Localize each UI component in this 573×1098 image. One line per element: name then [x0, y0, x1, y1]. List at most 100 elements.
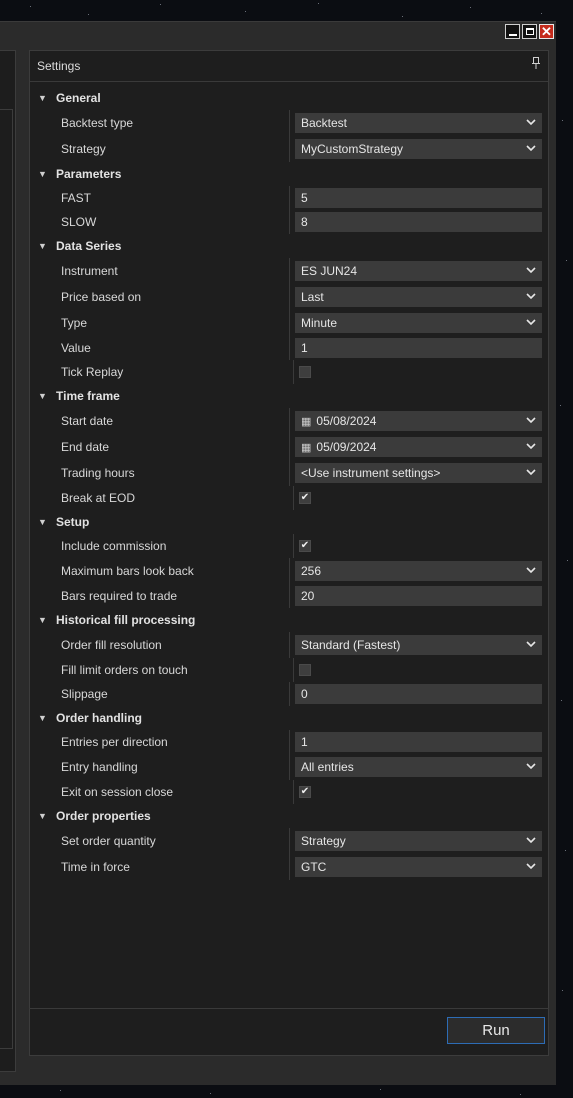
field-value: 1: [301, 341, 308, 355]
chevron-down-icon[interactable]: [526, 564, 536, 579]
category-title: Time frame: [56, 389, 120, 403]
dropdown[interactable]: <Use instrument settings>: [295, 463, 542, 483]
collapse-caret-icon[interactable]: ▼: [38, 811, 47, 821]
field-value: <Use instrument settings>: [301, 466, 441, 480]
collapse-caret-icon[interactable]: ▼: [38, 169, 47, 179]
dropdown[interactable]: ES JUN24: [295, 261, 542, 281]
settings-header: Settings: [30, 51, 548, 82]
collapse-caret-icon[interactable]: ▼: [38, 241, 47, 251]
property-value: [294, 366, 548, 378]
checkbox[interactable]: ✔: [299, 492, 311, 504]
property-row: Exit on session close ✔: [30, 780, 548, 804]
property-label: Instrument: [61, 264, 118, 278]
dropdown[interactable]: Strategy: [295, 831, 542, 851]
text-field[interactable]: 8: [295, 212, 542, 232]
category-5[interactable]: ▼ Historical fill processing: [30, 608, 548, 632]
category-4[interactable]: ▼ Setup: [30, 510, 548, 534]
chevron-down-icon[interactable]: [526, 264, 536, 279]
pin-icon[interactable]: [532, 57, 540, 72]
chevron-down-icon[interactable]: [526, 440, 536, 455]
property-row: Order fill resolution Standard (Fastest): [30, 632, 548, 658]
dropdown[interactable]: Standard (Fastest): [295, 635, 542, 655]
chevron-down-icon[interactable]: [526, 760, 536, 775]
property-label: Set order quantity: [61, 834, 156, 848]
property-value: ▦ 05/09/2024: [290, 437, 548, 457]
calendar-icon[interactable]: ▦: [301, 441, 311, 454]
text-field[interactable]: 1: [295, 732, 542, 752]
chevron-down-icon[interactable]: [526, 638, 536, 653]
property-label: Price based on: [61, 290, 142, 304]
run-button[interactable]: Run: [447, 1017, 545, 1044]
property-value: All entries: [290, 757, 548, 777]
chevron-down-icon[interactable]: [526, 834, 536, 849]
dropdown[interactable]: All entries: [295, 757, 542, 777]
minimize-button[interactable]: [505, 24, 520, 39]
field-value: 8: [301, 215, 308, 229]
property-row: Slippage 0: [30, 682, 548, 706]
date-picker[interactable]: ▦ 05/09/2024: [295, 437, 542, 457]
maximize-icon: [525, 28, 534, 35]
property-row: Start date ▦ 05/08/2024: [30, 408, 548, 434]
date-picker[interactable]: ▦ 05/08/2024: [295, 411, 542, 431]
category-2[interactable]: ▼ Data Series: [30, 234, 548, 258]
field-value: Backtest: [301, 116, 348, 130]
property-label: SLOW: [61, 215, 97, 229]
settings-footer: Run: [29, 1008, 549, 1056]
text-field[interactable]: 1: [295, 338, 542, 358]
chevron-down-icon[interactable]: [526, 316, 536, 331]
category-7[interactable]: ▼ Order properties: [30, 804, 548, 828]
property-label: Slippage: [61, 687, 108, 701]
collapse-caret-icon[interactable]: ▼: [38, 713, 47, 723]
category-1[interactable]: ▼ Parameters: [30, 162, 548, 186]
dropdown[interactable]: MyCustomStrategy: [295, 139, 542, 159]
text-field[interactable]: 20: [295, 586, 542, 606]
property-label: Start date: [61, 414, 114, 428]
property-row: End date ▦ 05/09/2024: [30, 434, 548, 460]
property-value: ✔: [294, 492, 548, 504]
property-row: Break at EOD ✔: [30, 486, 548, 510]
dropdown[interactable]: Backtest: [295, 113, 542, 133]
collapse-caret-icon[interactable]: ▼: [38, 517, 47, 527]
category-0[interactable]: ▼ General: [30, 86, 548, 110]
calendar-icon[interactable]: ▦: [301, 415, 311, 428]
field-value: 5: [301, 191, 308, 205]
property-row: Entries per direction 1: [30, 730, 548, 754]
dropdown[interactable]: Last: [295, 287, 542, 307]
property-row: Maximum bars look back 256: [30, 558, 548, 584]
chevron-down-icon[interactable]: [526, 860, 536, 875]
checkbox[interactable]: [299, 366, 311, 378]
category-6[interactable]: ▼ Order handling: [30, 706, 548, 730]
property-label: Fill limit orders on touch: [61, 663, 188, 677]
property-row: Time in force GTC: [30, 854, 548, 880]
close-button[interactable]: ✕: [539, 24, 554, 39]
chevron-down-icon[interactable]: [526, 466, 536, 481]
category-title: Setup: [56, 515, 90, 529]
text-field[interactable]: 0: [295, 684, 542, 704]
property-label: Value: [61, 341, 91, 355]
property-row: Price based on Last: [30, 284, 548, 310]
checkbox[interactable]: ✔: [299, 786, 311, 798]
text-field[interactable]: 5: [295, 188, 542, 208]
property-value: ▦ 05/08/2024: [290, 411, 548, 431]
property-value: 20: [290, 586, 548, 606]
property-row: Type Minute: [30, 310, 548, 336]
dropdown[interactable]: Minute: [295, 313, 542, 333]
property-label: Backtest type: [61, 116, 134, 130]
property-label: Time in force: [61, 860, 130, 874]
chevron-down-icon[interactable]: [526, 116, 536, 131]
property-value: <Use instrument settings>: [290, 463, 548, 483]
checkbox[interactable]: [299, 664, 311, 676]
collapse-caret-icon[interactable]: ▼: [38, 391, 47, 401]
category-3[interactable]: ▼ Time frame: [30, 384, 548, 408]
dropdown[interactable]: 256: [295, 561, 542, 581]
collapse-caret-icon[interactable]: ▼: [38, 615, 47, 625]
checkbox[interactable]: ✔: [299, 540, 311, 552]
maximize-button[interactable]: [522, 24, 537, 39]
collapse-caret-icon[interactable]: ▼: [38, 93, 47, 103]
chevron-down-icon[interactable]: [526, 142, 536, 157]
chevron-down-icon[interactable]: [526, 414, 536, 429]
chevron-down-icon[interactable]: [526, 290, 536, 305]
field-value: Strategy: [301, 834, 346, 848]
dropdown[interactable]: GTC: [295, 857, 542, 877]
field-value: 20: [301, 589, 315, 603]
